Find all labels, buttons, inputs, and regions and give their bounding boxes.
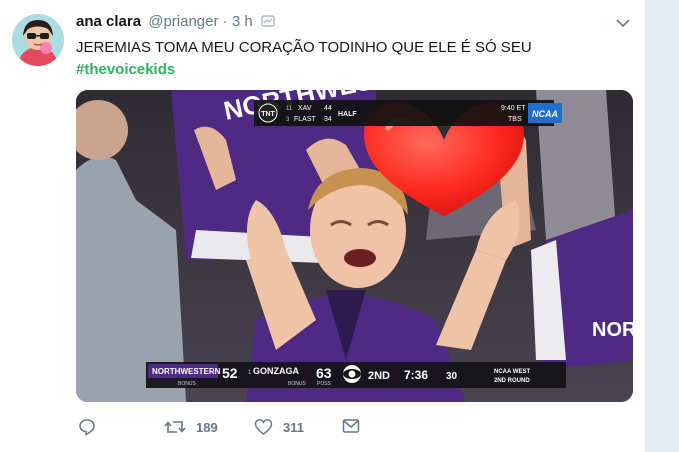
scoreboard-clock: 7:36: [404, 368, 428, 382]
reply-button[interactable]: [78, 418, 96, 436]
scoreboard-score1: 52: [222, 365, 238, 381]
bug-score2: 34: [324, 116, 332, 123]
scoreboard-team1-bonus: BONUS: [178, 381, 196, 387]
bottom-scoreboard: NORTHWESTERN BONUS 52 1 GONZAGA BONUS PO…: [146, 362, 566, 388]
bug-channel: TBS: [508, 116, 522, 123]
bug-time: 9:40 ET: [501, 105, 526, 112]
like-count: 311: [283, 419, 304, 435]
scoreboard-score2: 63: [316, 365, 332, 381]
bug-score1: 44: [324, 105, 332, 112]
separator-dot: ·: [222, 13, 228, 30]
retweet-button[interactable]: 189: [164, 418, 218, 436]
tweet-timestamp[interactable]: 3 h: [232, 13, 253, 30]
like-icon: [254, 418, 273, 436]
reply-icon: [78, 418, 96, 436]
tweet-actions: 189 311: [76, 418, 636, 438]
tweet-text: JEREMIAS TOMA MEU CORAÇÃO TODINHO QUE EL…: [76, 39, 532, 56]
tweet-media-image[interactable]: NORTHWESTERN NORT: [76, 90, 633, 402]
verified-icon: [261, 14, 275, 32]
bug-seed1: 11: [286, 106, 293, 112]
author-name[interactable]: ana clara: [76, 13, 141, 30]
page-background-strip: [645, 0, 679, 452]
author-handle[interactable]: @prianger: [148, 13, 218, 30]
scoreboard-team2-bonus: BONUS: [288, 381, 306, 387]
retweet-icon: [164, 418, 186, 436]
scoreboard-team2-poss: POSS: [317, 381, 332, 387]
caret-down-icon[interactable]: [614, 14, 632, 32]
tweet-header: ana clara @prianger · 3 h: [76, 13, 275, 32]
bug-team2: FLAST: [294, 116, 317, 123]
tweet-card[interactable]: ana clara @prianger · 3 h JEREMIAS TOMA …: [0, 0, 645, 452]
message-icon: [342, 418, 360, 434]
bug-league-logo: NCAA: [532, 109, 558, 119]
avatar[interactable]: [12, 14, 64, 66]
hashtag-link[interactable]: #thevoicekids: [76, 59, 175, 81]
bug-period: HALF: [338, 111, 357, 118]
network-logo: TNT: [261, 111, 275, 118]
scoreboard-shot-clock: 30: [446, 371, 458, 382]
right-jersey-text: NORT: [592, 319, 633, 341]
retweet-count: 189: [196, 419, 218, 435]
scoreboard-team1: NORTHWESTERN: [152, 367, 221, 376]
message-button[interactable]: [342, 418, 360, 434]
scoreboard-region: NCAA WEST: [494, 369, 530, 375]
scoreboard-round: 2ND ROUND: [494, 378, 530, 384]
top-scorebug: TNT 11 XAV 44 3 FLAST 34 HALF 9:40 ET TB…: [254, 100, 562, 126]
scoreboard-team2: GONZAGA: [253, 366, 299, 376]
bug-team1: XAV: [298, 105, 312, 112]
like-button[interactable]: 311: [254, 418, 304, 436]
scoreboard-period: 2ND: [368, 370, 390, 382]
